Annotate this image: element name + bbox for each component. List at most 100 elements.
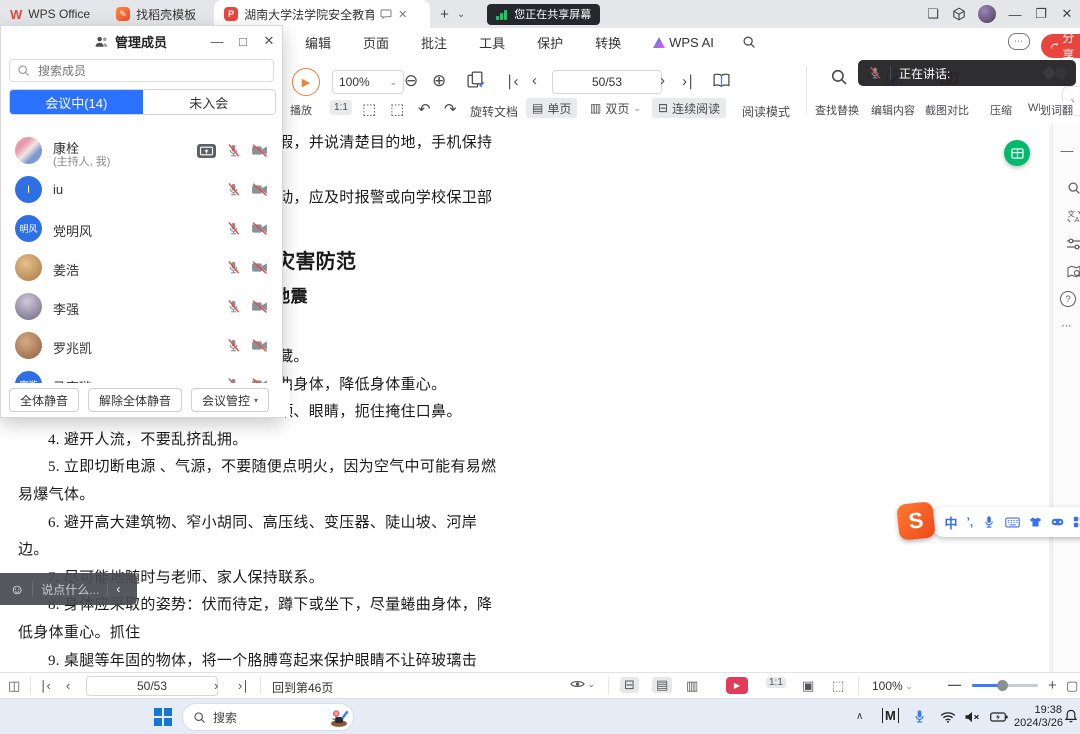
crop-margins-icon[interactable]: ⬚ [390,100,404,118]
panel-maximize-icon[interactable]: □ [231,34,255,49]
compress-button[interactable]: 压缩 [990,102,1012,118]
menu-search-icon[interactable] [742,35,756,49]
menu-page[interactable]: 页面 [359,33,393,52]
tray-clock[interactable]: 19:38 2024/3/26 [1014,704,1062,730]
status-page-input[interactable]: 50/53 [86,676,218,696]
workspace-cube-icon[interactable] [946,7,972,21]
chat-quick-bubble[interactable]: ☺ 说点什么... ‹ [0,573,137,605]
actual-size-icon[interactable]: 1:1 [330,100,352,115]
view-options-button[interactable]: ⌄ [570,679,595,689]
status-last-page-icon[interactable]: ›∣ [238,678,249,694]
start-button[interactable] [148,702,178,732]
mic-muted-icon[interactable] [226,221,241,236]
single-page-button[interactable]: ▤ 单页 [526,98,577,118]
taskbar-search-box[interactable]: 搜索 [182,703,354,731]
fit-page-icon[interactable]: ▣ [802,678,814,694]
continuous-read-button[interactable]: ⊟ 连续阅读 [652,98,726,118]
toggle-nav-pane-icon[interactable]: ◫ [8,678,20,694]
sidebar-help-icon[interactable]: ? [1060,291,1076,307]
mic-muted-icon[interactable] [226,260,241,275]
crop-page-icon[interactable]: ⬚ [362,100,376,118]
ime-mic-icon[interactable] [982,515,996,529]
fullscreen-icon[interactable]: ▢ [1066,678,1078,694]
book-layout-icon[interactable] [712,73,731,88]
menu-edit[interactable]: 编辑 [301,33,335,52]
fit-width-icon[interactable]: ⬚ [832,678,844,694]
tray-battery-icon[interactable] [990,712,1008,722]
chat-placeholder[interactable]: 说点什么... [41,581,99,598]
find-replace-icon[interactable] [830,68,848,86]
camera-off-icon[interactable] [251,261,268,274]
docs-floating-ball[interactable] [1004,140,1030,166]
zoom-slider-thumb[interactable] [997,680,1008,691]
camera-off-icon[interactable] [251,183,268,196]
menu-tools[interactable]: 工具 [475,33,509,52]
zoom-in-icon[interactable]: ⊕ [432,71,446,91]
camera-off-icon[interactable] [251,339,268,352]
status-double-page-icon[interactable]: ▥ [686,678,698,694]
member-row[interactable]: I iu [1,172,282,210]
rotate-pages-icon[interactable] [466,71,485,88]
double-page-button[interactable]: ▥ 双页 ⌄ [584,98,647,118]
comment-bubble-icon[interactable] [380,9,392,19]
tab-stack-icon[interactable]: ❏ [920,6,946,22]
status-prev-page-icon[interactable]: ‹ [66,678,70,693]
tab-in-meeting[interactable]: 会议中(14) [10,90,143,114]
next-page-icon[interactable]: › [660,72,665,89]
sidebar-translate-icon[interactable] [1060,209,1080,224]
ime-punctuation[interactable]: ’, [967,515,974,529]
status-next-page-icon[interactable]: › [214,678,218,693]
menu-annotate[interactable]: 批注 [417,33,451,52]
share-button[interactable]: 分享 [1041,34,1080,58]
close-tab-icon[interactable]: ✕ [398,8,407,21]
rotate-left-icon[interactable]: ↶ [418,100,431,118]
camera-off-icon[interactable] [251,222,268,235]
tab-wps-office[interactable]: W WPS Office [0,0,100,28]
ime-cn-mode[interactable]: 中 [945,513,958,532]
tray-expand-icon[interactable]: ∧ [856,711,863,722]
collapse-chat-icon[interactable]: ‹ [116,582,120,596]
minimize-window-icon[interactable]: — [1002,7,1028,22]
collapse-sidebar-icon[interactable]: — [1053,143,1080,158]
search-highlight-image[interactable] [328,706,350,728]
ime-game-icon[interactable] [1051,517,1064,527]
tray-volume-muted-icon[interactable] [964,711,980,723]
tab-docer-template[interactable]: ✎ 找稻壳模板 [106,0,206,28]
zoom-plus-icon[interactable]: + [1048,677,1057,694]
tray-notification-bell-icon[interactable] [1064,709,1078,723]
tab-list-chevron-icon[interactable]: ⌄ [457,9,465,20]
sidebar-settings-icon[interactable] [1060,238,1080,250]
account-avatar[interactable] [978,5,996,23]
mic-muted-icon[interactable] [226,299,241,314]
member-search-box[interactable] [9,59,274,82]
mic-muted-icon[interactable] [226,143,241,158]
status-actual-size-icon[interactable]: 1:1 [766,677,786,688]
meeting-control-button[interactable]: 会议管控▾ [191,388,269,412]
camera-off-icon[interactable] [251,144,268,157]
tab-document-active[interactable]: P 湖南大学法学院安全教育手册( ✕ [214,0,430,28]
sogou-ime-logo[interactable]: S [896,501,936,541]
sidebar-navigate-icon[interactable] [1060,265,1080,278]
close-window-icon[interactable]: ✕ [1054,6,1080,22]
member-row[interactable]: 罗兆凯 [1,328,282,366]
status-zoom-dropdown[interactable]: 100%⌄ [872,679,912,693]
last-page-icon[interactable]: ›∣ [682,72,695,90]
tray-mic-icon[interactable] [912,709,927,724]
sidebar-search-icon[interactable] [1060,181,1080,195]
zoom-out-icon[interactable]: ⊖ [404,71,418,91]
menu-wps-ai[interactable]: WPS AI [649,35,718,50]
ime-keyboard-icon[interactable] [1005,517,1020,528]
read-mode-button[interactable]: 阅读模式 [742,103,790,120]
mute-all-button[interactable]: 全体静音 [9,388,79,412]
screenshot-compare-button[interactable]: 截图对比 [925,102,969,118]
status-first-page-icon[interactable]: ∣‹ [40,678,51,694]
restore-window-icon[interactable]: ❐ [1028,6,1054,22]
panel-close-icon[interactable]: ✕ [257,33,281,49]
rotate-doc-button[interactable]: 旋转文档 [470,103,518,120]
mic-muted-icon[interactable] [226,182,241,197]
first-page-icon[interactable]: ∣‹ [506,72,519,90]
member-search-input[interactable] [36,63,266,79]
member-row[interactable]: 康栓 (主持人, 我) [1,130,282,172]
word-translate-label-clipped[interactable]: 划词翻 [1040,102,1073,118]
camera-off-icon[interactable] [251,300,268,313]
